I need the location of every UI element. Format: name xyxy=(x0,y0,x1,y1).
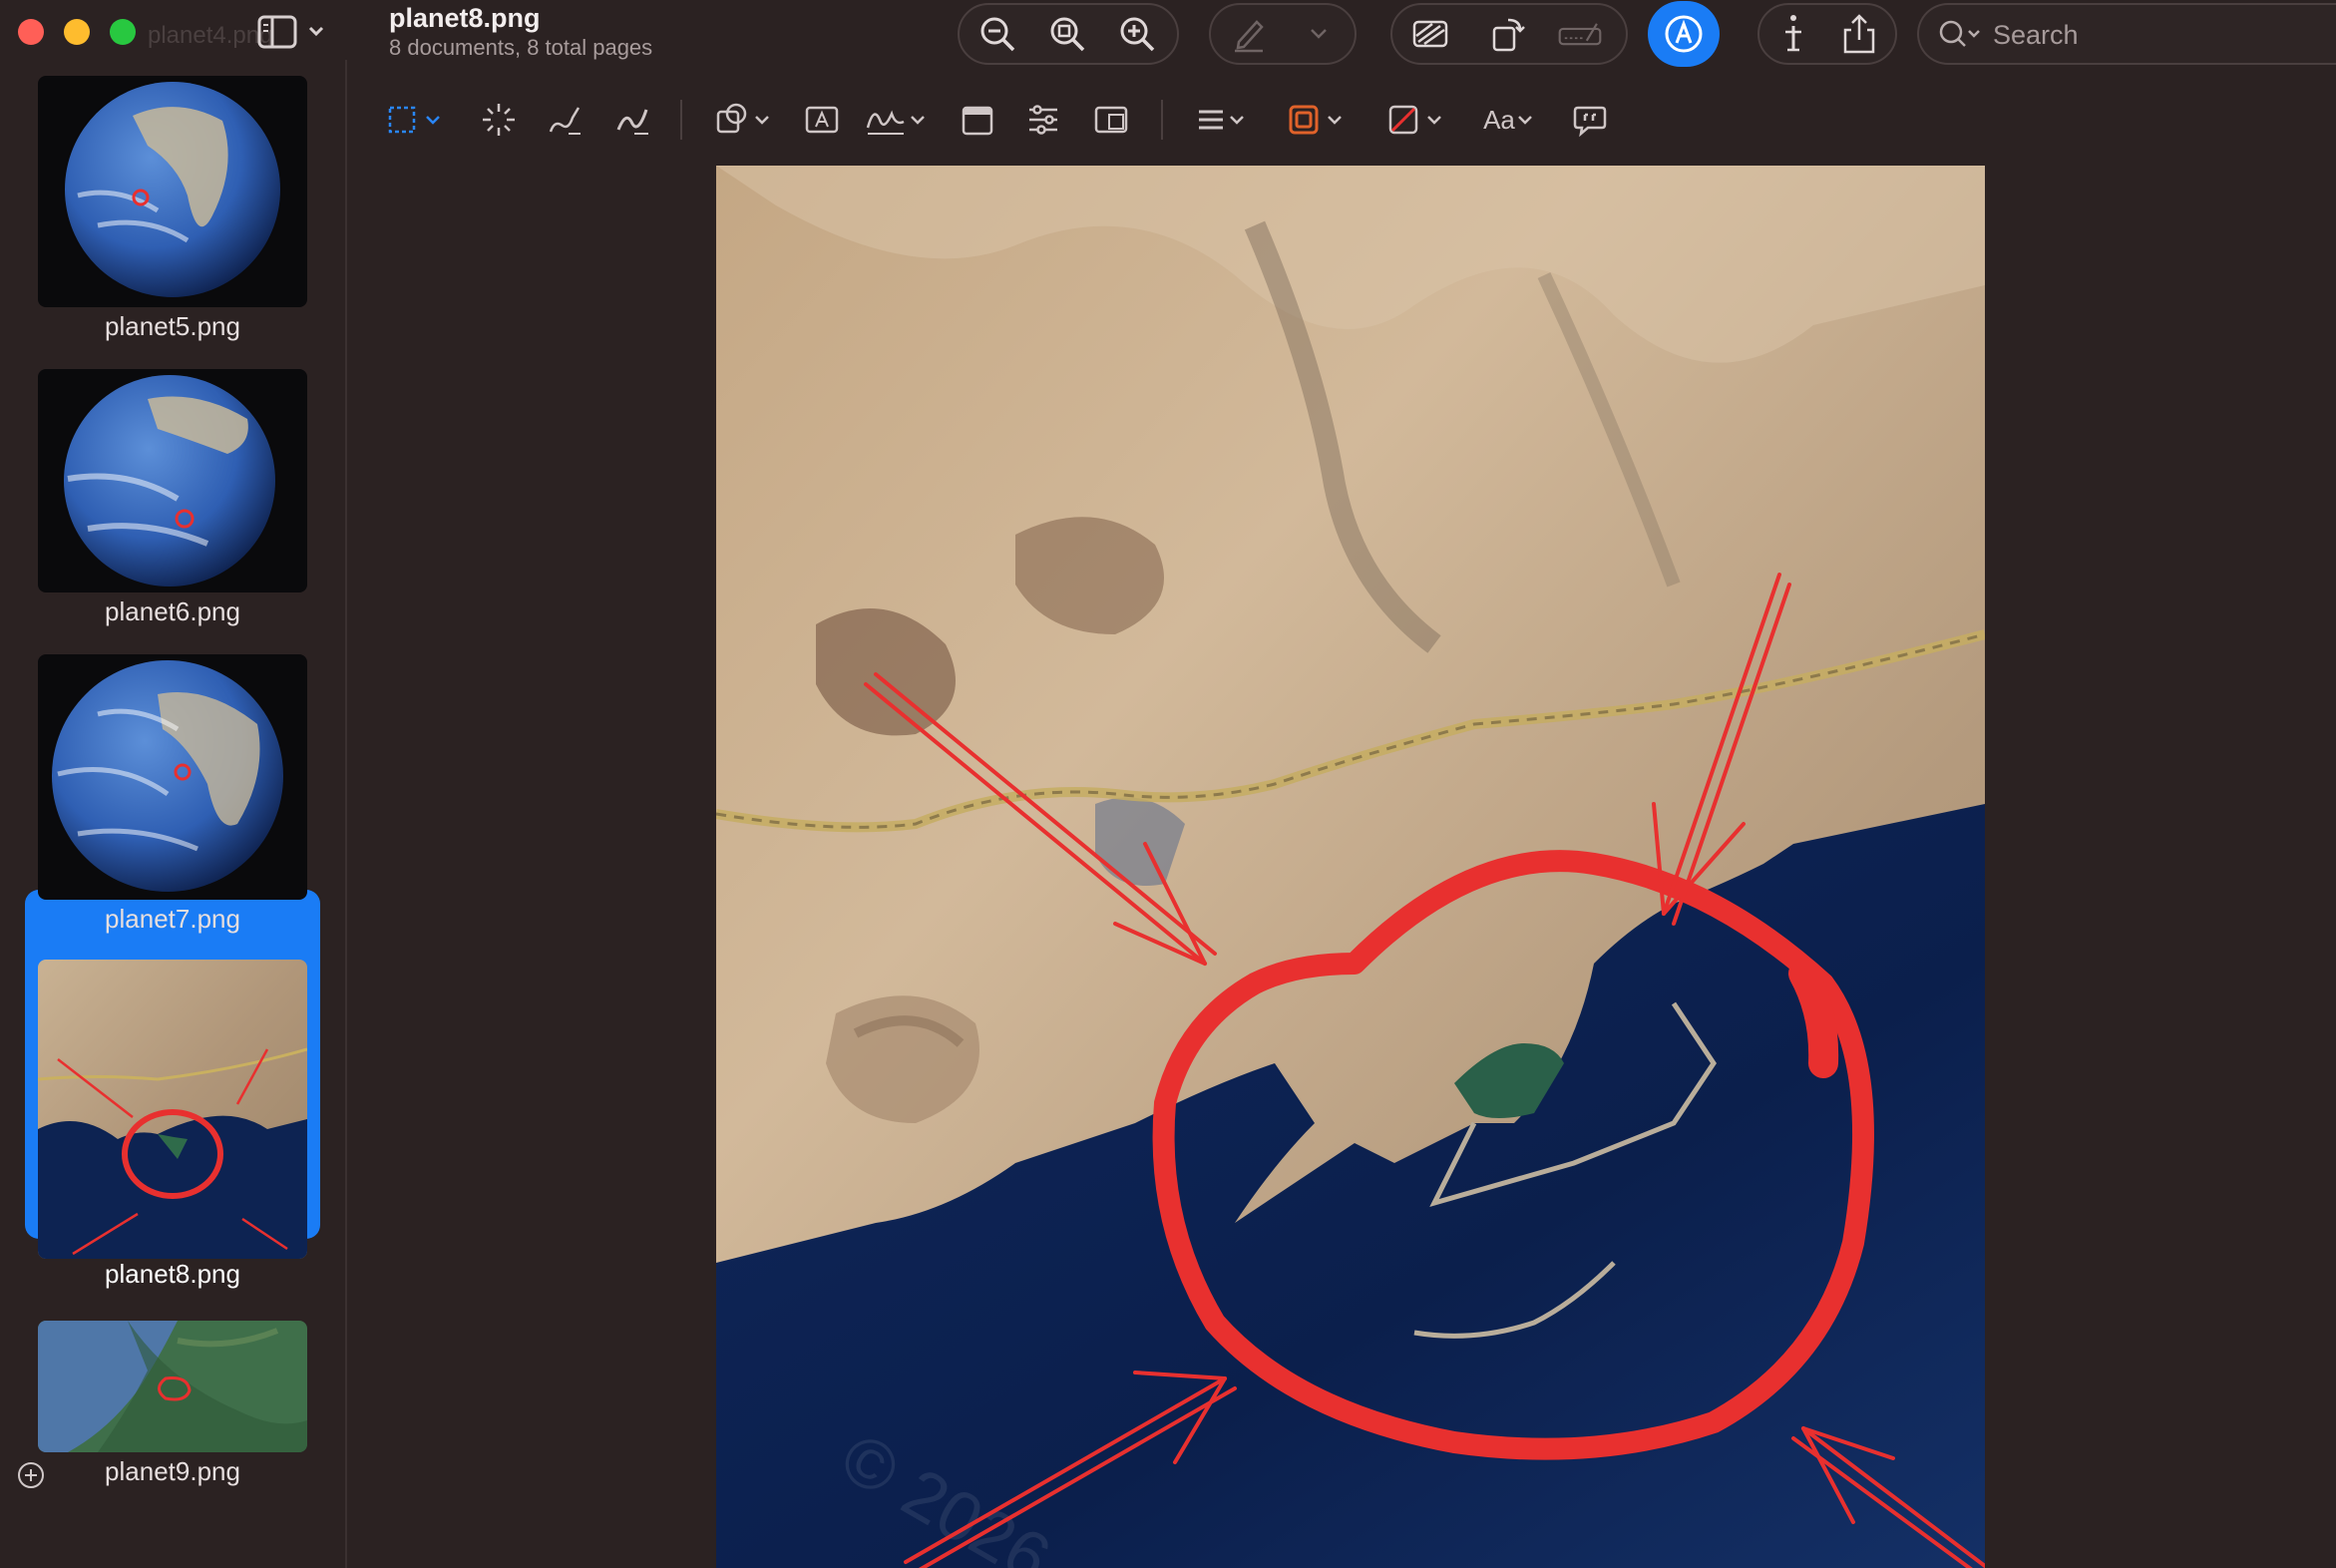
thumbnail-image xyxy=(38,960,307,1259)
instant-alpha-button[interactable] xyxy=(477,98,521,142)
adjust-color-button[interactable] xyxy=(1021,98,1065,142)
document-title: planet8.png xyxy=(389,3,541,33)
shape-style-button[interactable] xyxy=(1193,98,1253,142)
signature-icon xyxy=(866,110,925,135)
sketch-tool-button[interactable] xyxy=(543,98,586,142)
markup-icon xyxy=(1665,15,1703,53)
rectangular-selection-icon xyxy=(388,106,440,134)
close-window-button[interactable] xyxy=(18,19,44,45)
thumbnail-label: planet7.png xyxy=(105,904,240,934)
thumbnail-item[interactable]: planet9.png xyxy=(0,1321,345,1490)
title-bar: planet4.png planet8.png 8 documents, 8 t… xyxy=(0,0,2336,90)
shapes-icon xyxy=(716,103,769,134)
thumbnail-label: planet8.png xyxy=(105,1259,240,1289)
line-style-icon xyxy=(1199,110,1244,130)
document-subtitle: 8 documents, 8 total pages xyxy=(389,35,653,60)
text-box-button[interactable] xyxy=(800,98,844,142)
info-button[interactable] xyxy=(1771,12,1815,56)
signature-bar-icon xyxy=(1558,23,1602,46)
add-page-button[interactable] xyxy=(16,1460,46,1490)
plus-circle-icon xyxy=(18,1462,44,1488)
window-note-icon xyxy=(962,106,993,136)
thumbnail-item-selected[interactable]: planet8.png xyxy=(0,960,345,1289)
zoom-fit-button[interactable] xyxy=(1045,12,1089,56)
chevron-down-icon xyxy=(1311,29,1327,39)
text-box-icon xyxy=(805,106,839,134)
text-style-button[interactable]: Aa xyxy=(1480,98,1540,142)
annotate-button[interactable] xyxy=(1568,98,1612,142)
draw-tool-button[interactable] xyxy=(610,98,654,142)
sidebar-toggle-button[interactable] xyxy=(257,14,329,50)
note-button[interactable] xyxy=(956,98,999,142)
thumbnail-image xyxy=(38,654,307,900)
share-icon xyxy=(1843,14,1875,54)
highlight-options-button[interactable] xyxy=(1297,12,1341,56)
sidebar-icon xyxy=(257,15,324,49)
zoom-fit-icon xyxy=(1050,17,1085,52)
adjust-size-button[interactable] xyxy=(1089,98,1133,142)
redact-button[interactable] xyxy=(1408,12,1452,56)
sliders-icon xyxy=(1029,105,1057,135)
zoom-in-icon xyxy=(1120,17,1155,52)
zoom-out-icon xyxy=(980,17,1015,52)
chevron-down-icon xyxy=(1518,116,1532,125)
sketch-icon xyxy=(549,107,581,135)
signature-bar-button[interactable] xyxy=(1558,12,1602,56)
thumbnail-label: planet6.png xyxy=(105,596,240,626)
zoom-window-button[interactable] xyxy=(110,19,136,45)
thumbnail-image xyxy=(38,1321,307,1452)
search-icon xyxy=(1939,20,1980,47)
thumbnail-label: planet9.png xyxy=(105,1456,240,1486)
thumbnail-image xyxy=(38,369,307,592)
search-placeholder: Search xyxy=(1993,20,2079,50)
thumbnail-label: planet5.png xyxy=(105,311,240,341)
text-style-label: Aa xyxy=(1483,104,1515,135)
fill-color-icon xyxy=(1388,105,1441,135)
share-button[interactable] xyxy=(1837,12,1881,56)
rotate-icon xyxy=(1492,18,1525,52)
magic-wand-icon xyxy=(483,104,515,136)
draw-icon xyxy=(616,109,648,135)
markup-toggle-button[interactable] xyxy=(1648,1,1720,67)
satellite-image: © 2026 xyxy=(716,166,1985,1568)
info-icon xyxy=(1785,15,1801,52)
border-color-icon xyxy=(1289,105,1342,135)
highlight-button[interactable] xyxy=(1227,12,1271,56)
toolbar-divider xyxy=(1161,100,1163,140)
shapes-button[interactable] xyxy=(714,98,774,142)
ghost-filename: planet4.png xyxy=(148,22,273,49)
zoom-out-button[interactable] xyxy=(975,12,1019,56)
search-field[interactable]: Search xyxy=(1917,3,2336,65)
thumbnail-image xyxy=(38,76,307,307)
sign-button[interactable] xyxy=(864,98,930,142)
highlight-pen-icon xyxy=(1235,20,1264,53)
selection-tool-button[interactable] xyxy=(385,98,445,142)
resize-icon xyxy=(1094,106,1128,134)
border-color-button[interactable] xyxy=(1285,98,1351,142)
rotate-button[interactable] xyxy=(1486,12,1530,56)
thumbnail-item[interactable]: planet5.png xyxy=(0,76,345,345)
speech-bubble-icon xyxy=(1573,106,1607,138)
toolbar-divider xyxy=(680,100,682,140)
zoom-in-button[interactable] xyxy=(1115,12,1159,56)
document-canvas[interactable]: © 2026 xyxy=(716,166,1985,1568)
fill-color-button[interactable] xyxy=(1384,98,1450,142)
thumbnail-item[interactable]: planet6.png xyxy=(0,369,345,634)
minimize-window-button[interactable] xyxy=(64,19,90,45)
redact-icon xyxy=(1412,20,1448,48)
thumbnail-item[interactable]: planet7.png xyxy=(0,654,345,936)
